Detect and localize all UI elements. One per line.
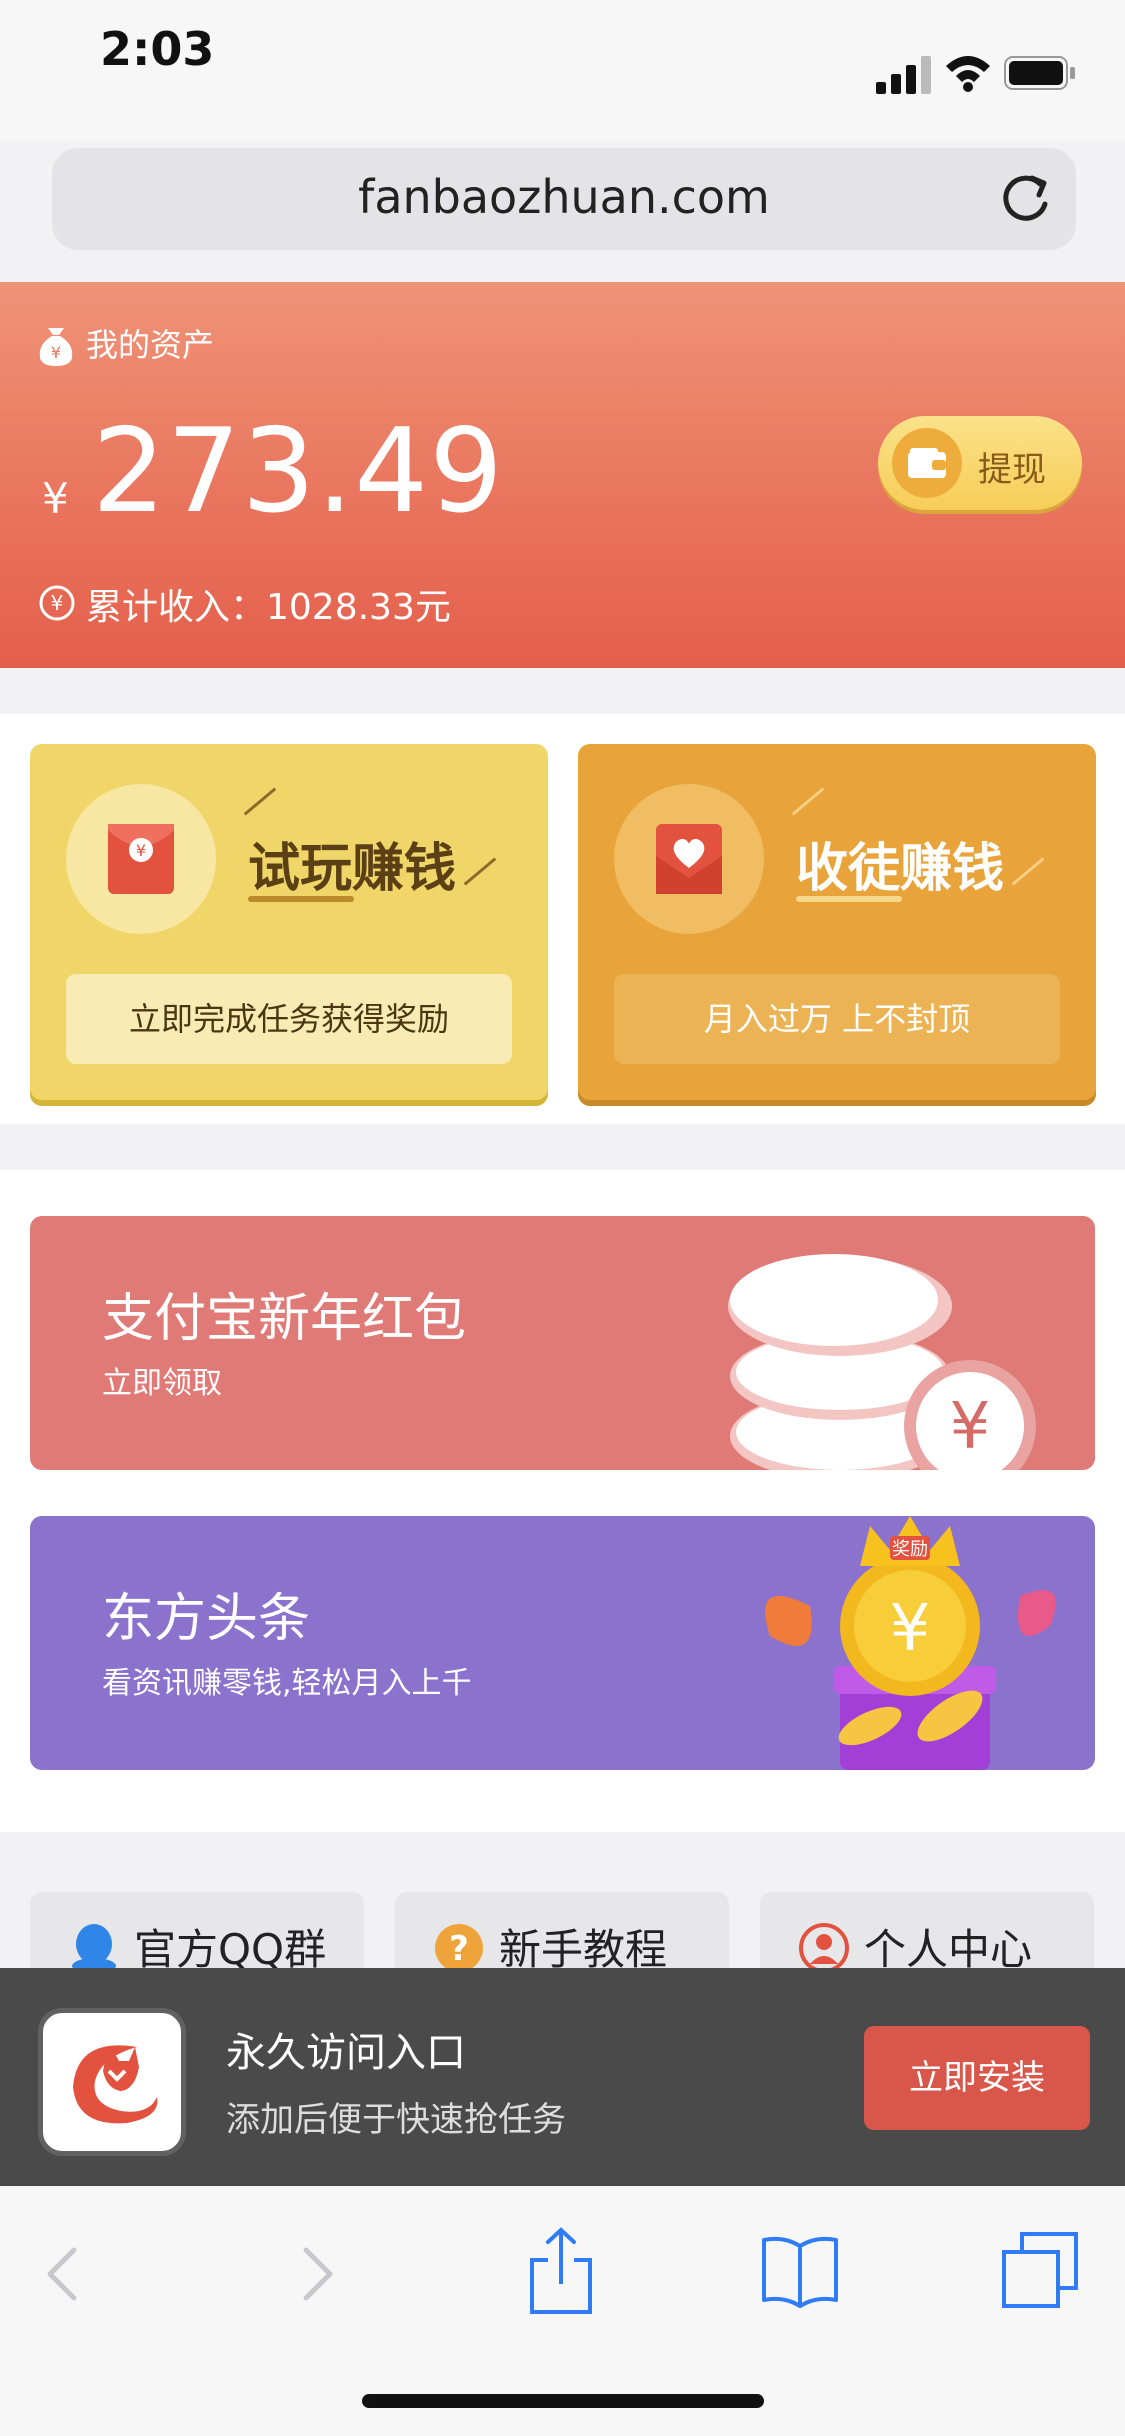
reload-icon[interactable] — [996, 170, 1054, 228]
yen-coin-icon: ¥ — [39, 585, 75, 621]
banner-title: 支付宝新年红包 — [102, 1289, 467, 1349]
app-icon — [38, 2008, 186, 2156]
cellular-signal-icon — [876, 56, 931, 94]
asset-card: ¥ 我的资产 ¥ 273.49 提现 ¥ 累计收入：1028.33元 — [0, 282, 1125, 668]
svg-text:¥: ¥ — [890, 1592, 931, 1666]
address-bar[interactable]: fanbaozhuan.com — [52, 148, 1076, 250]
balance-amount: 273.49 — [92, 404, 504, 539]
tile-subtitle: 立即完成任务获得奖励 — [66, 974, 512, 1064]
heart-envelope-icon — [656, 824, 722, 894]
eastday-news-banner[interactable]: 东方头条 看资讯赚零钱,轻松月入上千 ¥ 奖励 — [30, 1516, 1095, 1770]
title-underline — [248, 896, 354, 902]
total-income: 累计收入：1028.33元 — [86, 587, 451, 628]
svg-text:¥: ¥ — [136, 841, 146, 860]
install-button[interactable]: 立即安装 — [864, 2026, 1090, 2130]
title-underline — [796, 896, 902, 902]
coin-stack-icon: ¥ — [728, 1254, 1036, 1470]
money-bag-icon: ¥ — [39, 328, 73, 366]
withdraw-button[interactable]: 提现 — [878, 416, 1082, 510]
back-icon[interactable] — [30, 2238, 100, 2308]
banner-subtitle: 看资讯赚零钱,轻松月入上千 — [102, 1666, 472, 1701]
install-subtitle: 添加后便于快速抢任务 — [226, 2100, 566, 2140]
withdraw-label: 提现 — [978, 450, 1046, 490]
decor-slash — [791, 787, 825, 816]
tile-icon-circle: ¥ — [66, 784, 216, 934]
tile-subtitle: 月入过万 上不封顶 — [614, 974, 1060, 1064]
recruit-earn-tile[interactable]: 收徒赚钱 月入过万 上不封顶 — [578, 744, 1096, 1100]
trial-earn-tile[interactable]: ¥ 试玩赚钱 立即完成任务获得奖励 — [30, 744, 548, 1100]
tile-icon-circle — [614, 784, 764, 934]
question-icon: ? — [435, 1924, 483, 1972]
svg-text:¥: ¥ — [51, 591, 64, 615]
svg-text:¥: ¥ — [51, 343, 61, 362]
forward-icon[interactable] — [280, 2238, 350, 2308]
url-text: fanbaozhuan.com — [358, 170, 770, 224]
home-indicator[interactable] — [362, 2394, 764, 2408]
decor-slash — [463, 857, 497, 886]
fox-logo-icon — [73, 2045, 158, 2124]
tabs-icon[interactable] — [1000, 2230, 1080, 2310]
share-icon[interactable] — [526, 2226, 596, 2316]
svg-text:?: ? — [449, 1929, 469, 1969]
status-time: 2:03 — [100, 22, 215, 76]
install-prompt-bar: 永久访问入口 添加后便于快速抢任务 立即安装 — [0, 1968, 1125, 2186]
bookmarks-icon[interactable] — [760, 2230, 840, 2310]
svg-text:¥: ¥ — [950, 1390, 991, 1464]
status-bar: 2:03 — [0, 0, 1125, 140]
qq-penguin-icon — [72, 1924, 116, 1974]
tile-title: 收徒赚钱 — [796, 839, 1005, 899]
wallet-icon — [908, 448, 946, 478]
alipay-redpacket-banner[interactable]: 支付宝新年红包 立即领取 ¥ — [30, 1216, 1095, 1470]
currency-symbol: ¥ — [42, 474, 69, 523]
wifi-icon — [946, 56, 990, 92]
asset-label: 我的资产 — [86, 326, 215, 364]
decor-slash — [243, 787, 277, 816]
red-envelope-icon: ¥ — [108, 824, 174, 894]
decor-slash — [1011, 857, 1045, 886]
tile-title: 试玩赚钱 — [248, 839, 457, 899]
treasure-chest-icon: ¥ 奖励 — [765, 1516, 1056, 1770]
treasure-badge-text: 奖励 — [892, 1539, 928, 1560]
user-icon — [799, 1923, 849, 1973]
banner-title: 东方头条 — [102, 1589, 311, 1649]
install-title: 永久访问入口 — [226, 2030, 466, 2076]
battery-icon — [1004, 56, 1075, 90]
wallet-badge — [892, 428, 962, 498]
banner-subtitle: 立即领取 — [102, 1366, 222, 1401]
